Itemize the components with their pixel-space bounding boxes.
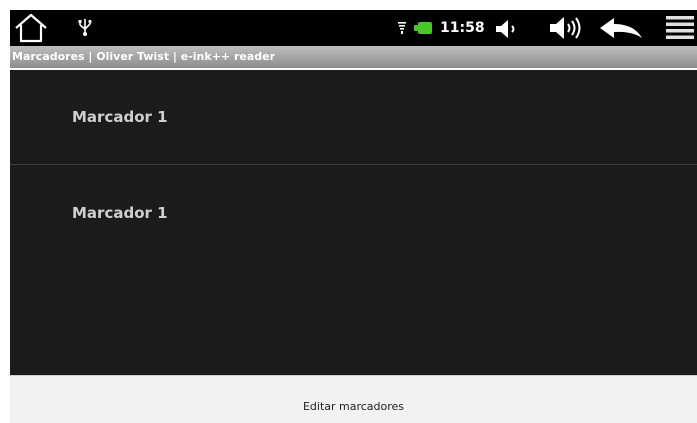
- back-icon[interactable]: [598, 16, 644, 42]
- title-bar: Marcadores | Oliver Twist | e-ink++ read…: [10, 46, 697, 68]
- volume-down-icon[interactable]: [494, 18, 520, 40]
- clock: 11:58: [440, 20, 485, 36]
- bookmark-list: Marcador 1 Marcador 1: [10, 70, 697, 375]
- signal-icon: [398, 22, 406, 34]
- volume-up-icon[interactable]: [548, 14, 586, 42]
- page-title: Marcadores | Oliver Twist | e-ink++ read…: [12, 50, 276, 63]
- bookmark-label: Marcador 1: [72, 204, 168, 222]
- edit-bookmarks-label: Editar marcadores: [302, 400, 405, 413]
- edit-bookmarks-button[interactable]: Editar marcadores: [10, 375, 697, 423]
- battery-icon: [414, 22, 432, 34]
- home-icon[interactable]: [12, 12, 50, 44]
- usb-icon: [78, 19, 92, 36]
- menu-icon[interactable]: [664, 14, 696, 44]
- status-bar: 11:58: [10, 10, 697, 46]
- bookmark-item[interactable]: Marcador 1: [10, 70, 697, 164]
- bookmark-label: Marcador 1: [72, 108, 168, 126]
- bookmark-item[interactable]: Marcador 1: [10, 165, 697, 259]
